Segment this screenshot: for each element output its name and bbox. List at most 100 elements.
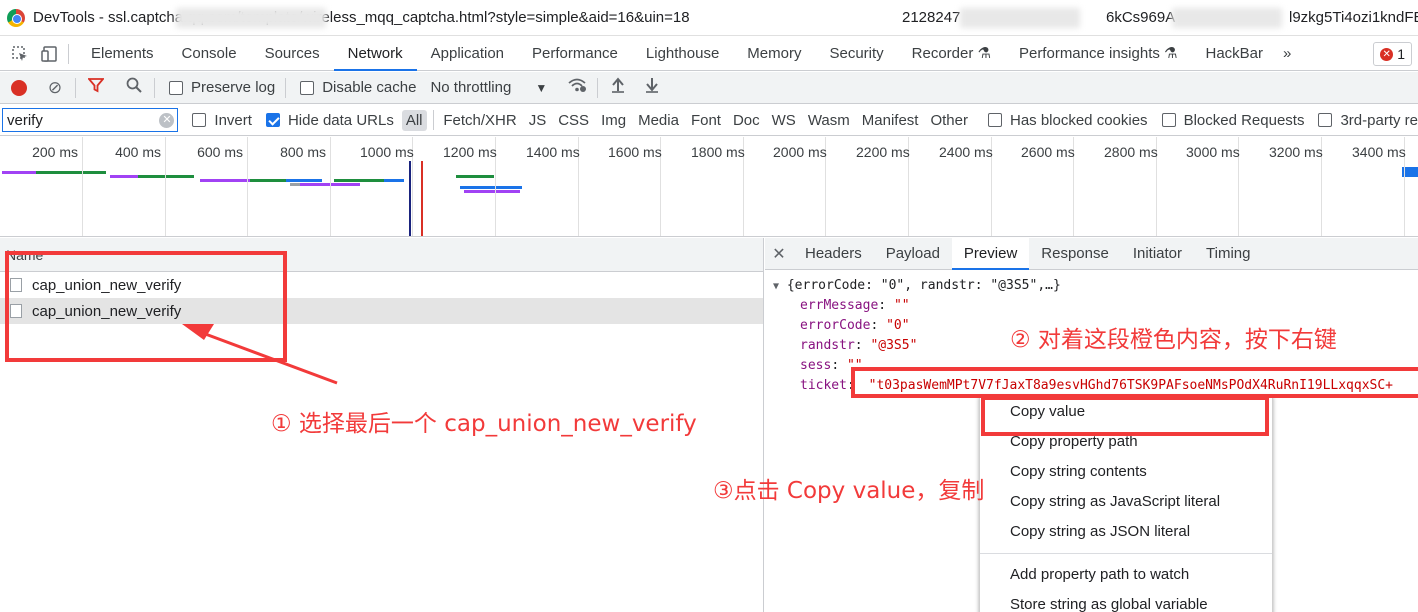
- error-icon: ✕: [1380, 47, 1394, 61]
- dom-content-loaded-marker: [409, 161, 411, 236]
- type-filter-doc[interactable]: Doc: [729, 110, 764, 131]
- window-titlebar: DevTools - ssl.captcha.qq.com/template/w…: [0, 0, 1418, 36]
- inspect-element-icon[interactable]: [10, 44, 30, 64]
- tab-preview[interactable]: Preview: [951, 237, 1030, 270]
- divider: [68, 43, 69, 64]
- copy-json-literal-menu-item[interactable]: Copy string as JSON literal: [980, 517, 1272, 547]
- tab-network[interactable]: Network: [333, 37, 417, 71]
- add-watch-menu-item[interactable]: Add property path to watch: [980, 560, 1272, 590]
- filter-input-value: verify: [7, 111, 43, 129]
- import-har-icon[interactable]: [608, 77, 628, 98]
- blocked-requests-checkbox[interactable]: Blocked Requests: [1161, 111, 1305, 129]
- tab-initiator[interactable]: Initiator: [1121, 238, 1194, 270]
- copy-string-contents-menu-item[interactable]: Copy string contents: [980, 457, 1272, 487]
- store-global-menu-item[interactable]: Store string as global variable: [980, 590, 1272, 612]
- invert-checkbox[interactable]: Invert: [192, 112, 252, 129]
- field-key: errorCode: [800, 318, 871, 333]
- divider: [597, 77, 599, 98]
- search-icon[interactable]: [124, 77, 144, 98]
- tab-hackbar[interactable]: HackBar: [1191, 37, 1277, 71]
- checkbox-box[interactable]: [192, 113, 207, 127]
- waterfall-bar: [384, 179, 404, 182]
- close-icon[interactable]: ✕: [765, 244, 793, 264]
- annotation-box-copy-value: [981, 396, 1269, 436]
- blocked-requests-label: Blocked Requests: [1183, 111, 1305, 129]
- preserve-log-checkbox[interactable]: Preserve log: [169, 79, 275, 96]
- tab-performance-insights[interactable]: Performance insights ⚗: [1005, 37, 1192, 71]
- tab-memory[interactable]: Memory: [733, 37, 815, 71]
- disable-cache-checkbox[interactable]: Disable cache: [300, 79, 416, 96]
- preserve-log-label: Preserve log: [191, 79, 276, 96]
- clear-filter-icon[interactable]: ✕: [159, 113, 175, 128]
- network-conditions-icon[interactable]: [567, 77, 587, 98]
- type-filter-img[interactable]: Img: [597, 110, 630, 131]
- divider: [285, 77, 287, 98]
- divider: [432, 110, 434, 130]
- tab-lighthouse[interactable]: Lighthouse: [632, 37, 733, 71]
- devtools-panel-tabs: Elements Console Sources Network Applica…: [0, 37, 1418, 71]
- third-party-checkbox[interactable]: 3rd-party re: [1318, 112, 1418, 129]
- export-har-icon[interactable]: [642, 77, 662, 98]
- waterfall-bar: [2, 171, 36, 174]
- tab-headers[interactable]: Headers: [793, 238, 874, 270]
- tab-timing[interactable]: Timing: [1194, 238, 1262, 270]
- type-filter-font[interactable]: Font: [687, 110, 725, 131]
- type-filter-media[interactable]: Media: [634, 110, 683, 131]
- divider: [75, 77, 76, 98]
- tab-payload[interactable]: Payload: [874, 238, 952, 270]
- checkbox-box[interactable]: [300, 80, 315, 95]
- device-toolbar-icon[interactable]: [40, 44, 60, 64]
- type-filter-js[interactable]: JS: [525, 110, 551, 131]
- waterfall-bar: [464, 190, 520, 193]
- field-value: "": [893, 298, 910, 313]
- tab-application[interactable]: Application: [417, 37, 518, 71]
- filter-input[interactable]: verify ✕: [2, 108, 179, 132]
- type-filter-manifest[interactable]: Manifest: [858, 110, 923, 131]
- tab-sources[interactable]: Sources: [251, 37, 334, 71]
- waterfall-bar: [110, 175, 138, 178]
- checkbox-box-checked[interactable]: [265, 113, 280, 127]
- annotation-box-request-list: [5, 251, 287, 362]
- network-overview-timeline[interactable]: 200 ms 400 ms 600 ms 800 ms 1000 ms 1200 ms 14…: [0, 137, 1418, 237]
- type-filter-css[interactable]: CSS: [554, 110, 593, 131]
- record-icon[interactable]: [11, 79, 27, 96]
- type-filter-fetch-xhr[interactable]: Fetch/XHR: [439, 110, 520, 131]
- tab-console[interactable]: Console: [168, 37, 251, 71]
- tab-response[interactable]: Response: [1029, 238, 1121, 270]
- error-count-badge[interactable]: ✕ 1: [1373, 42, 1412, 66]
- field-value: "@3S5": [870, 338, 918, 353]
- filter-icon[interactable]: [86, 77, 106, 98]
- type-filter-ws[interactable]: WS: [768, 110, 800, 131]
- preview-field[interactable]: errMessage: "": [765, 296, 1418, 316]
- tab-elements[interactable]: Elements: [77, 37, 168, 71]
- more-tabs-icon[interactable]: »: [1277, 37, 1297, 71]
- checkbox-box[interactable]: [987, 113, 1002, 127]
- checkbox-box[interactable]: [1318, 113, 1333, 127]
- tab-security[interactable]: Security: [815, 37, 897, 71]
- tab-performance[interactable]: Performance: [518, 37, 632, 71]
- copy-js-literal-menu-item[interactable]: Copy string as JavaScript literal: [980, 487, 1272, 517]
- field-key: randstr: [800, 338, 855, 353]
- checkbox-box[interactable]: [1161, 113, 1176, 127]
- divider: [154, 77, 155, 98]
- annotation-box-ticket: [851, 367, 1418, 398]
- waterfall-bar: [138, 175, 194, 178]
- timeline-tick-label: 600 ms: [197, 144, 243, 160]
- clear-icon[interactable]: ⊘: [45, 78, 65, 98]
- has-blocked-cookies-checkbox[interactable]: Has blocked cookies: [987, 112, 1148, 129]
- type-filter-wasm[interactable]: Wasm: [804, 110, 854, 131]
- window-title-fragment: l9zkg5Ti4ozi1kndFB...: [1289, 9, 1418, 26]
- error-count: 1: [1397, 46, 1405, 62]
- checkbox-box[interactable]: [169, 80, 183, 95]
- expand-triangle-icon[interactable]: ▼: [773, 281, 779, 292]
- waterfall-bar: [334, 179, 384, 182]
- throttling-select[interactable]: No throttling ▼: [430, 79, 547, 96]
- waterfall-bar: [456, 175, 494, 178]
- type-filter-other[interactable]: Other: [926, 110, 972, 131]
- tab-recorder[interactable]: Recorder ⚗: [898, 37, 1005, 71]
- window-title-fragment: 2128247: [902, 9, 961, 26]
- type-filter-all[interactable]: All: [401, 109, 427, 131]
- hide-data-urls-checkbox[interactable]: Hide data URLs: [265, 112, 394, 129]
- timeline-gridline: [165, 137, 166, 236]
- preview-root[interactable]: ▼ {errorCode: "0", randstr: "@3S5",…}: [765, 276, 1418, 296]
